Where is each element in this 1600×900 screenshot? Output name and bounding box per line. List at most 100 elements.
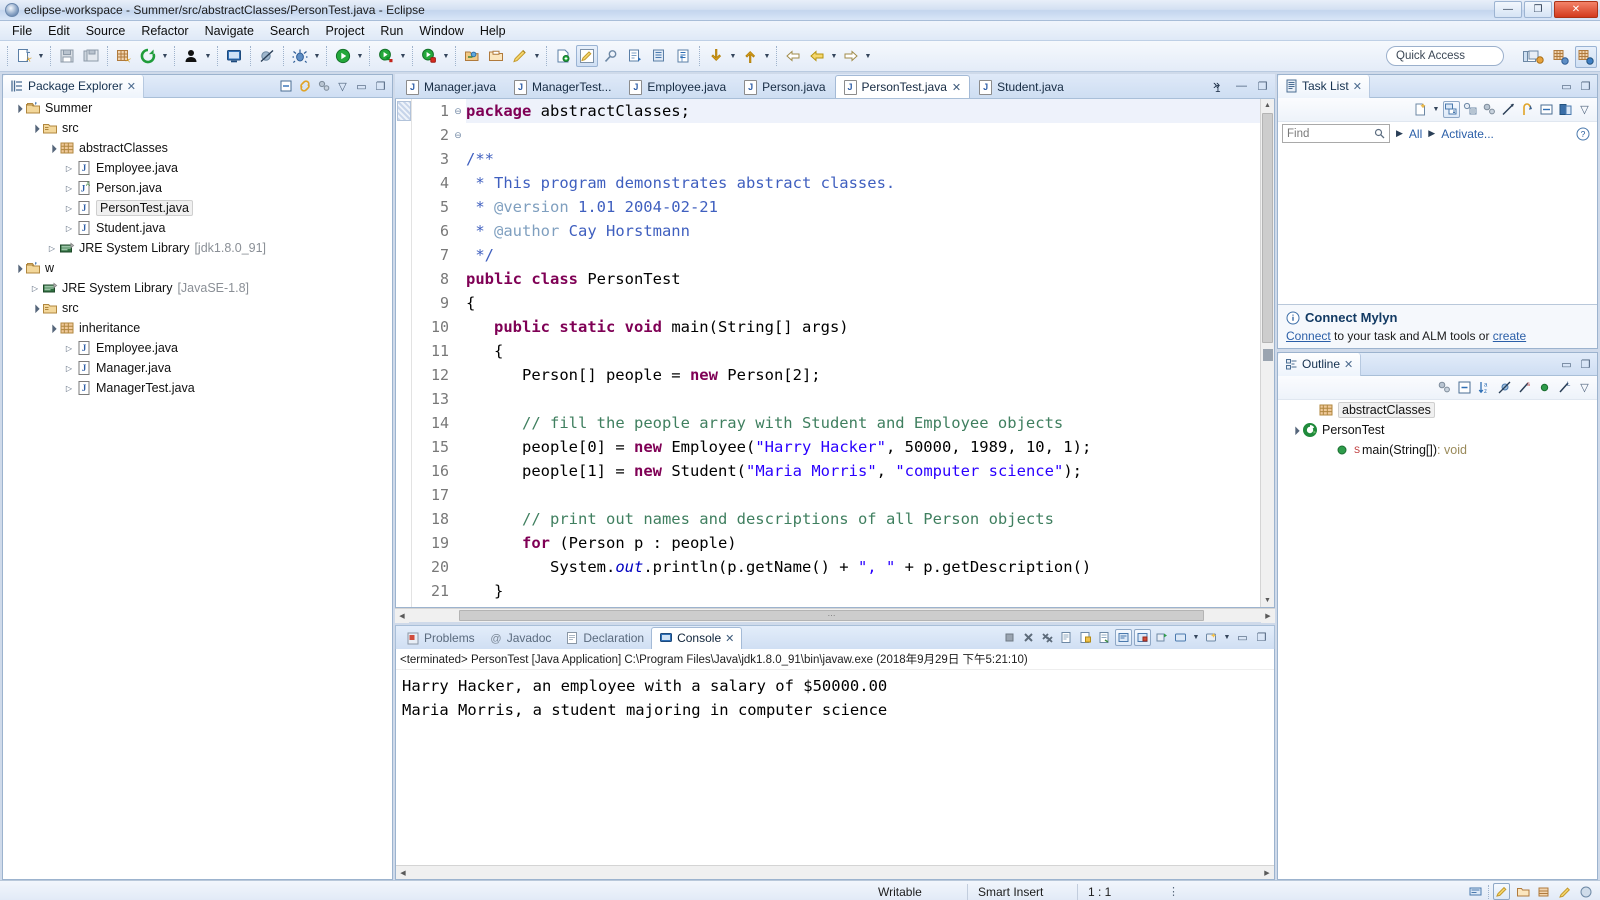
menu-help[interactable]: Help: [472, 22, 514, 40]
tree-item-w[interactable]: ◢ w: [3, 258, 392, 278]
code-line[interactable]: * @version 1.01 2004-02-21: [466, 195, 1260, 219]
new-dropdown-icon[interactable]: ▼: [36, 45, 46, 67]
code-line[interactable]: [466, 483, 1260, 507]
new-java-package-icon[interactable]: [113, 45, 135, 67]
open-task-icon[interactable]: [485, 45, 507, 67]
chevron-down-icon[interactable]: ◢: [10, 100, 26, 116]
scroll-down-icon[interactable]: ▼: [1261, 594, 1274, 607]
console-tab-console[interactable]: Console ✕: [651, 626, 743, 649]
task-find-input[interactable]: Find: [1282, 124, 1390, 143]
restore-task-icon[interactable]: [1538, 101, 1555, 118]
tab-task-list[interactable]: Task List ✕: [1278, 75, 1370, 98]
skip-breakpoints-icon[interactable]: [256, 45, 278, 67]
status-drag-handle[interactable]: ⋮: [1168, 885, 1179, 898]
task-filter-all-label[interactable]: All: [1409, 127, 1422, 141]
refresh-dropdown-icon[interactable]: ▼: [160, 45, 170, 67]
menu-file[interactable]: File: [4, 22, 40, 40]
tree-item-student-java[interactable]: ▷ J Student.java: [3, 218, 392, 238]
chevron-right-icon[interactable]: ▷: [62, 344, 76, 353]
tree-item-employee-java[interactable]: ▷ J Employee.java: [3, 338, 392, 358]
fold-toggle-icon[interactable]: ⊖: [452, 123, 464, 147]
menu-window[interactable]: Window: [411, 22, 471, 40]
run-last-tool-dropdown-icon[interactable]: ▼: [398, 45, 408, 67]
user-dropdown-icon[interactable]: ▼: [203, 45, 213, 67]
link-with-editor-icon[interactable]: [296, 78, 313, 95]
status-open-task-icon[interactable]: [1514, 883, 1531, 900]
search-icon[interactable]: [600, 45, 622, 67]
outline-item-main-string---[interactable]: Smain(String[]) : void: [1278, 440, 1597, 460]
toggle-mark-icon[interactable]: ¶: [672, 45, 694, 67]
close-icon[interactable]: ✕: [725, 632, 734, 645]
open-console-icon[interactable]: [223, 45, 245, 67]
status-editor-icon[interactable]: [1493, 883, 1510, 900]
pencil-icon[interactable]: [509, 45, 531, 67]
tree-item-abstractclasses[interactable]: ◢ abstractClasses: [3, 138, 392, 158]
mylyn-connect-link[interactable]: Connect: [1286, 329, 1331, 343]
forward-icon[interactable]: [806, 45, 828, 67]
open-type-icon[interactable]: [461, 45, 483, 67]
menu-search[interactable]: Search: [262, 22, 318, 40]
forward-dropdown-icon[interactable]: ▼: [829, 45, 839, 67]
debug-dropdown-icon[interactable]: ▼: [312, 45, 322, 67]
fold-toggle-icon[interactable]: ⊖: [452, 99, 464, 123]
menu-source[interactable]: Source: [78, 22, 134, 40]
next-dropdown-icon[interactable]: ▼: [863, 45, 873, 67]
code-line[interactable]: * @author Cay Horstmann: [466, 219, 1260, 243]
console-tab-javadoc[interactable]: @ Javadoc: [482, 627, 559, 649]
next-icon[interactable]: [840, 45, 862, 67]
editor-tab-managertest---[interactable]: J ManagerTest...: [505, 75, 620, 98]
collapse-all-icon[interactable]: [277, 78, 294, 95]
view-menu-icon[interactable]: ▽: [1576, 379, 1593, 396]
tree-item-managertest-java[interactable]: ▷ J ManagerTest.java: [3, 378, 392, 398]
tree-item-person-java[interactable]: ▷ J A Person.java: [3, 178, 392, 198]
code-line[interactable]: // fill the people array with Student an…: [466, 411, 1260, 435]
tree-item-src[interactable]: ◢ src: [3, 298, 392, 318]
hide-local-types-icon[interactable]: L: [1556, 379, 1573, 396]
new-console-view-icon[interactable]: [1172, 629, 1189, 646]
back-icon[interactable]: [782, 45, 804, 67]
close-icon[interactable]: ✕: [952, 81, 961, 94]
vertical-scroll-thumb[interactable]: [1262, 113, 1273, 343]
editor-vertical-scrollbar[interactable]: ▲ ▼: [1260, 99, 1274, 607]
focus-on-active-task-icon[interactable]: [315, 78, 332, 95]
task-list-body[interactable]: [1278, 145, 1597, 304]
close-icon[interactable]: ✕: [127, 80, 136, 93]
console-minimize-icon[interactable]: ▭: [1234, 629, 1251, 646]
outline-tree[interactable]: abstractClasses ◢ PersonTest Smain(String[]…: [1278, 400, 1597, 879]
activate-arrow-icon[interactable]: ▶: [1428, 128, 1435, 139]
close-button[interactable]: ✕: [1554, 1, 1598, 18]
scroll-up-icon[interactable]: ▲: [1261, 99, 1274, 112]
code-line[interactable]: // print out names and descriptions of a…: [466, 507, 1260, 531]
run-icon[interactable]: [332, 45, 354, 67]
menu-edit[interactable]: Edit: [40, 22, 78, 40]
package-explorer-tree[interactable]: ◢ Summer ◢ src ◢ abstractClasses ▷ J Employee.ja…: [3, 98, 392, 879]
next-annotation-icon[interactable]: [624, 45, 646, 67]
code-line[interactable]: for (Person p : people): [466, 531, 1260, 555]
chevron-down-icon[interactable]: ◢: [10, 260, 26, 276]
menu-navigate[interactable]: Navigate: [197, 22, 262, 40]
user-icon[interactable]: [180, 45, 202, 67]
chevron-right-icon[interactable]: ▷: [62, 184, 76, 193]
minimize-icon[interactable]: ▭: [353, 78, 370, 95]
next-edit-dropdown-icon[interactable]: ▼: [728, 45, 738, 67]
code-editor[interactable]: 12345678910111213141516171819202122 ⊖⊖ p…: [395, 99, 1275, 608]
perspective-debug-icon[interactable]: [1550, 46, 1572, 68]
tree-item-src[interactable]: ◢ src: [3, 118, 392, 138]
run-last-tool-icon[interactable]: [375, 45, 397, 67]
code-line[interactable]: Person[] people = new Person[2];: [466, 363, 1260, 387]
quick-access-input[interactable]: Quick Access: [1386, 46, 1504, 66]
editor-minimize-icon[interactable]: —: [1233, 78, 1250, 95]
tree-item-jre-system-library[interactable]: ▷ JRE System Library [jdk1.8.0_91]: [3, 238, 392, 258]
editor-tab-employee-java[interactable]: J Employee.java: [620, 75, 735, 98]
previous-edit-icon[interactable]: [739, 45, 761, 67]
tree-item-manager-java[interactable]: ▷ J Manager.java: [3, 358, 392, 378]
code-line[interactable]: /**: [466, 147, 1260, 171]
focus-on-active-task-icon[interactable]: [1436, 379, 1453, 396]
synchronize-changed-icon[interactable]: [1500, 101, 1517, 118]
scroll-lock-icon[interactable]: [1077, 629, 1094, 646]
run-dropdown-icon[interactable]: ▼: [355, 45, 365, 67]
tree-item-employee-java[interactable]: ▷ J Employee.java: [3, 158, 392, 178]
chevron-right-icon[interactable]: ▷: [62, 364, 76, 373]
folding-ruler[interactable]: ⊖ ⊖: [452, 99, 464, 607]
minimize-button[interactable]: —: [1494, 1, 1522, 18]
